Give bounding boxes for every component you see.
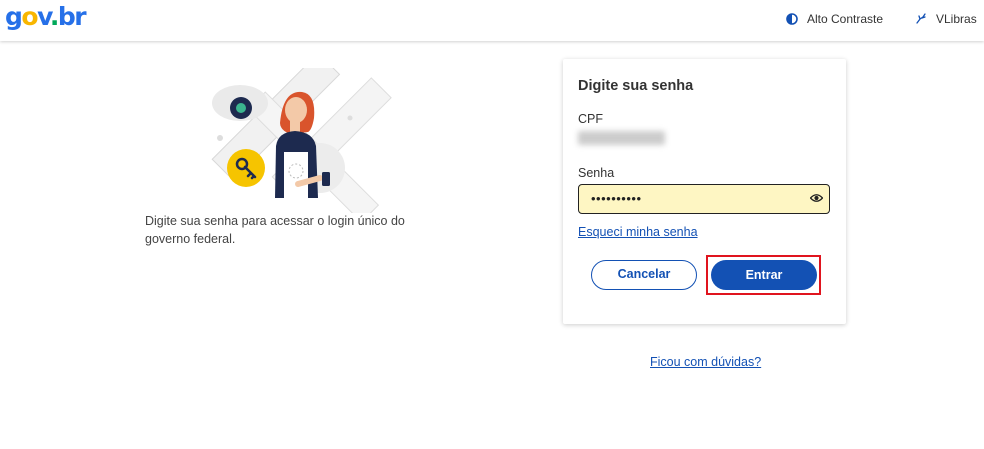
help-link[interactable]: Ficou com dúvidas? — [650, 355, 761, 369]
high-contrast-toggle[interactable]: Alto Contraste — [786, 12, 883, 26]
logo-letter-v: v — [37, 2, 51, 31]
password-input[interactable]: •••••••••• — [578, 184, 830, 214]
cancel-button[interactable]: Cancelar — [591, 260, 697, 290]
password-card: Digite sua senha CPF Senha •••••••••• Es… — [563, 59, 846, 324]
password-illustration — [211, 68, 392, 213]
logo-letter-g: g — [5, 2, 23, 31]
high-contrast-label: Alto Contraste — [807, 12, 884, 26]
logo-letter-o: o — [21, 2, 38, 31]
vlibras-button[interactable]: VLibras — [915, 12, 977, 26]
logo-letters-br: br — [57, 2, 87, 31]
govbr-logo[interactable]: gov.br — [5, 2, 87, 32]
vlibras-label: VLibras — [936, 12, 977, 26]
forgot-password-link[interactable]: Esqueci minha senha — [578, 225, 698, 239]
top-header: gov.br Alto Contraste VLibras — [0, 0, 984, 41]
enter-button[interactable]: Entrar — [711, 260, 817, 290]
cpf-label: CPF — [578, 112, 603, 126]
show-password-eye-icon[interactable] — [810, 193, 823, 203]
card-title: Digite sua senha — [578, 78, 694, 94]
login-description: Digite sua senha para acessar o login ún… — [145, 214, 405, 246]
password-value: •••••••••• — [591, 191, 642, 206]
cpf-value-blurred — [578, 131, 665, 145]
sign-language-icon — [916, 13, 926, 24]
password-label: Senha — [578, 166, 615, 180]
contrast-icon — [786, 13, 798, 25]
logo-dot: . — [49, 2, 60, 31]
